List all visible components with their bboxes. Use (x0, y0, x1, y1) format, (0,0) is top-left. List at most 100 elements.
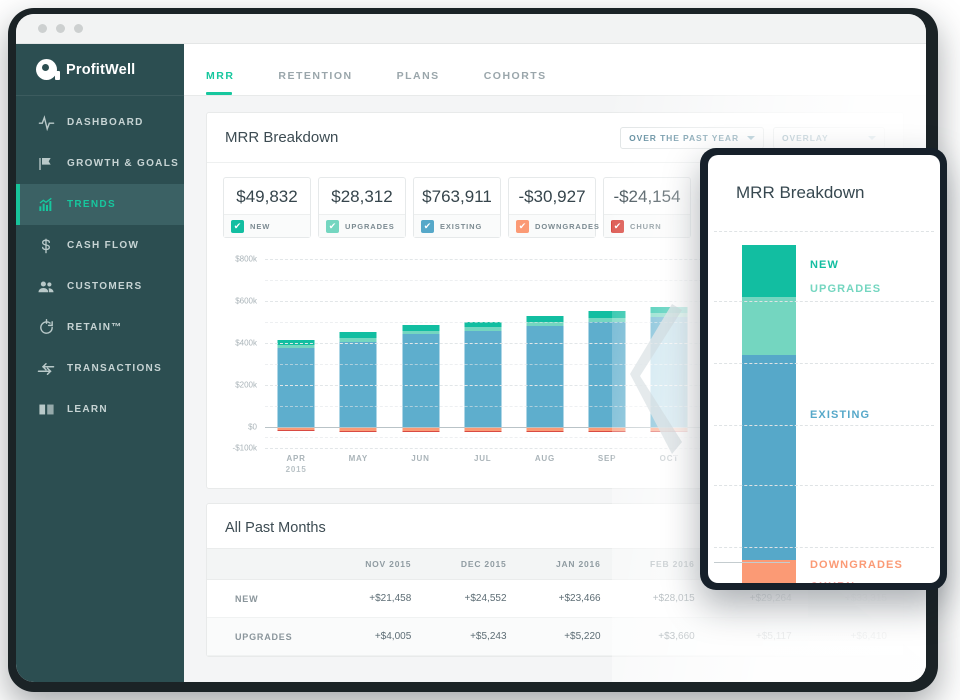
sidebar-item-label: RETAIN™ (67, 322, 123, 333)
metric-value: $49,832 (224, 178, 310, 214)
chart-bar-column[interactable] (638, 248, 700, 448)
table-cell: +$5,220 (523, 618, 617, 656)
x-axis-tick: JUN (389, 454, 451, 474)
x-axis-tick: APR2015 (265, 454, 327, 474)
overlay-select[interactable]: OVERLAY (773, 127, 885, 149)
checkbox-icon[interactable]: ✔ (421, 220, 434, 233)
x-axis-month: AUG (514, 454, 576, 463)
metric-label: CHURN (630, 222, 662, 231)
chevron-down-icon (747, 136, 755, 140)
metric-value: $28,312 (319, 178, 405, 214)
profitwell-logo-icon (36, 59, 57, 80)
chart-segment-existing (402, 334, 439, 427)
metric-footer[interactable]: ✔NEW (224, 214, 310, 237)
sidebar-item-label: CUSTOMERS (67, 281, 142, 292)
book-icon (36, 400, 56, 420)
chart-bar-column[interactable] (265, 248, 327, 448)
metric-footer[interactable]: ✔DOWNGRADES (509, 214, 595, 237)
callout-legend-new: NEW (810, 259, 839, 271)
x-axis-month: SEP (576, 454, 638, 463)
metric-card-downgrades[interactable]: -$30,927✔DOWNGRADES (508, 177, 596, 238)
chart-segment-churn (464, 431, 501, 432)
callout-legend-churn: CHURN (810, 581, 855, 583)
sidebar-item-label: TRENDS (67, 199, 116, 210)
metric-card-existing[interactable]: $763,911✔EXISTING (413, 177, 501, 238)
callout-stacked-bar (742, 245, 796, 583)
tab-cohorts[interactable]: COHORTS (484, 70, 547, 95)
metric-card-new[interactable]: $49,832✔NEW (223, 177, 311, 238)
flag-icon (36, 154, 56, 174)
minimize-window-dot[interactable] (56, 24, 65, 33)
x-axis-month: MAY (327, 454, 389, 463)
bar-chart-icon (36, 195, 56, 215)
chart-bar-column[interactable] (452, 248, 514, 448)
sidebar-item-cash-flow[interactable]: CASH FLOW (16, 225, 184, 266)
tab-retention[interactable]: RETENTION (278, 70, 352, 95)
x-axis-year: 2015 (265, 465, 327, 474)
sidebar-item-retain[interactable]: RETAIN™ (16, 307, 184, 348)
metric-card-churn[interactable]: -$24,154 ✔ CHURN (603, 177, 691, 238)
sidebar-item-growth-goals[interactable]: GROWTH & GOALS (16, 143, 184, 184)
x-axis-tick: JUL (452, 454, 514, 474)
callout-segment-downgrades (742, 560, 796, 583)
brand[interactable]: ProfitWell (16, 44, 184, 96)
table-cell: +$5,117 (711, 618, 808, 656)
table-row[interactable]: UPGRADES+$4,005+$5,243+$5,220+$3,660+$5,… (207, 618, 903, 656)
chart-segment-churn (651, 431, 688, 432)
window-titlebar (16, 14, 926, 44)
table-cell: +$5,243 (427, 618, 522, 656)
chart-segment-existing (651, 317, 688, 426)
sidebar-item-transactions[interactable]: TRANSACTIONS (16, 348, 184, 389)
table-row-label: UPGRADES (207, 618, 331, 656)
callout-segment-new (742, 245, 796, 297)
table-cell: +$3,660 (617, 618, 711, 656)
chart-bar-positive (464, 322, 501, 427)
metric-footer[interactable]: ✔ UPGRADES (319, 214, 405, 237)
callout-panel: MRR Breakdown NEWUPGRADESEXISTINGDOWNGRA… (708, 155, 940, 583)
metric-value: -$24,154 (604, 178, 690, 214)
metric-label: UPGRADES (345, 222, 395, 231)
tab-mrr[interactable]: MRR (206, 70, 234, 95)
sidebar: ProfitWell DASHBOARD GROWTH & GOALS (16, 44, 184, 682)
dollar-icon (36, 236, 56, 256)
screenshot-root: ProfitWell DASHBOARD GROWTH & GOALS (0, 0, 960, 700)
checkbox-icon[interactable]: ✔ (611, 220, 624, 233)
table-cell: +$28,015 (617, 580, 711, 618)
y-axis-tick: $400k (235, 338, 257, 347)
x-axis-month: JUL (452, 454, 514, 463)
metric-footer[interactable]: ✔EXISTING (414, 214, 500, 237)
checkbox-icon[interactable]: ✔ (231, 220, 244, 233)
table-cell: +$4,005 (331, 618, 427, 656)
sidebar-item-label: GROWTH & GOALS (67, 158, 179, 169)
y-axis-tick: $200k (235, 380, 257, 389)
metric-footer[interactable]: ✔ CHURN (604, 214, 690, 237)
chart-bar-column[interactable] (327, 248, 389, 448)
sidebar-item-dashboard[interactable]: DASHBOARD (16, 102, 184, 143)
sidebar-item-trends[interactable]: TRENDS (16, 184, 184, 225)
chart-segment-churn (589, 431, 626, 432)
callout-legend-downgrades: DOWNGRADES (810, 559, 903, 571)
chart-segment-churn (278, 430, 315, 431)
sidebar-item-label: DASHBOARD (67, 117, 144, 128)
pulse-icon (36, 113, 56, 133)
table-column-header: NOV 2015 (331, 549, 427, 580)
sidebar-item-learn[interactable]: LEARN (16, 389, 184, 430)
callout-chart: NEWUPGRADESEXISTINGDOWNGRADESCHURN (708, 223, 940, 563)
callout-legend-upgrades: UPGRADES (810, 283, 881, 295)
sidebar-item-customers[interactable]: CUSTOMERS (16, 266, 184, 307)
sidebar-item-label: CASH FLOW (67, 240, 139, 251)
checkbox-icon[interactable]: ✔ (326, 220, 339, 233)
tab-plans[interactable]: PLANS (397, 70, 440, 95)
metric-card-upgrades[interactable]: $28,312 ✔ UPGRADES (318, 177, 406, 238)
y-axis-tick: $600k (235, 296, 257, 305)
date-range-select[interactable]: OVER THE PAST YEAR (620, 127, 764, 149)
table-cell: +$23,466 (523, 580, 617, 618)
maximize-window-dot[interactable] (74, 24, 83, 33)
chart-bar-column[interactable] (514, 248, 576, 448)
chart-bar-column[interactable] (389, 248, 451, 448)
chart-segment-new (651, 307, 688, 314)
x-axis-tick: MAY (327, 454, 389, 474)
close-window-dot[interactable] (38, 24, 47, 33)
chart-bar-column[interactable] (576, 248, 638, 448)
checkbox-icon[interactable]: ✔ (516, 220, 529, 233)
